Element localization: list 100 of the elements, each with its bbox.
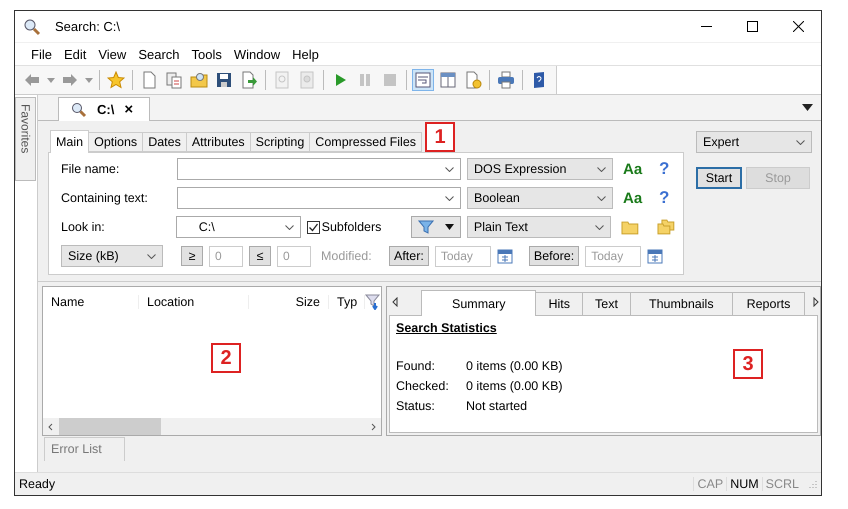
match-case-toggle[interactable]: Aa bbox=[623, 190, 647, 206]
menu-item[interactable]: Tools bbox=[186, 46, 228, 62]
filter-icon bbox=[418, 220, 434, 234]
column-header[interactable]: Typ bbox=[329, 295, 365, 309]
tab[interactable]: Compressed Files bbox=[309, 132, 422, 152]
stop-icon bbox=[381, 71, 399, 89]
field-label: File name: bbox=[61, 162, 120, 176]
subfolders-checkbox[interactable]: Subfolders bbox=[306, 220, 406, 234]
tab[interactable]: Main bbox=[50, 130, 90, 153]
error-list-tab[interactable]: Error List bbox=[44, 437, 125, 461]
toolbar-button[interactable] bbox=[412, 69, 434, 91]
chevron-down-icon bbox=[796, 140, 805, 144]
document-tab[interactable]: C:\ × bbox=[58, 97, 150, 121]
chevron-down-icon bbox=[597, 166, 606, 172]
combo-field[interactable]: C:\ bbox=[176, 216, 301, 238]
dropdown[interactable]: DOS Expression bbox=[467, 158, 613, 180]
column-header[interactable]: Size bbox=[249, 295, 329, 309]
menu-item[interactable]: File bbox=[25, 46, 58, 62]
match-case-toggle[interactable]: Aa bbox=[623, 160, 647, 178]
close-tab-button[interactable]: × bbox=[124, 101, 134, 118]
export-icon bbox=[240, 71, 258, 89]
chevron-down-icon bbox=[284, 224, 294, 230]
menu-item[interactable]: View bbox=[92, 46, 132, 62]
status-text: Ready bbox=[19, 477, 56, 491]
combo-field[interactable] bbox=[177, 158, 461, 180]
start-button[interactable]: Start bbox=[696, 167, 742, 189]
modified-label: Modified: bbox=[321, 249, 373, 263]
paste-document-icon bbox=[165, 71, 183, 89]
callout-number: 3 bbox=[733, 349, 763, 379]
document-preview-icon bbox=[298, 71, 316, 89]
word-wrap-icon bbox=[414, 71, 432, 89]
chevron-down-icon bbox=[445, 166, 454, 172]
folders-icon bbox=[657, 219, 675, 235]
forward-arrow-icon bbox=[61, 71, 79, 89]
min-size-button[interactable]: ≥ bbox=[181, 246, 203, 266]
window-title: Search: C:\ bbox=[55, 19, 122, 34]
magnifier-icon bbox=[71, 102, 87, 118]
dropdown[interactable]: Size (kB) bbox=[61, 245, 163, 267]
menu-item[interactable]: Search bbox=[132, 46, 186, 62]
field-label: Containing text: bbox=[61, 191, 149, 205]
tab[interactable]: Summary bbox=[421, 290, 536, 316]
dropdown[interactable]: Plain Text bbox=[466, 216, 612, 238]
chevron-down-icon bbox=[445, 196, 454, 200]
callout-number: 1 bbox=[425, 122, 455, 152]
help-icon[interactable]: ? bbox=[659, 159, 670, 179]
filter-split-button[interactable] bbox=[411, 216, 461, 238]
combo-field[interactable] bbox=[177, 187, 461, 209]
calendar-icon[interactable] bbox=[496, 248, 513, 264]
stat-value: 0 items (0.00 KB) bbox=[466, 379, 563, 393]
scroll-left-icon[interactable] bbox=[391, 297, 399, 307]
scroll-right-icon[interactable] bbox=[369, 422, 377, 430]
document-preview-icon bbox=[273, 71, 291, 89]
key-indicator: SCRL bbox=[762, 477, 802, 491]
star-icon bbox=[107, 71, 125, 89]
help-icon[interactable]: ? bbox=[659, 188, 670, 208]
chevron-down-icon bbox=[147, 254, 156, 258]
caret-icon[interactable] bbox=[802, 104, 813, 111]
key-indicator: NUM bbox=[726, 477, 762, 491]
printer-icon bbox=[497, 71, 515, 89]
tab[interactable]: Reports bbox=[732, 292, 806, 315]
tab[interactable]: Attributes bbox=[186, 132, 251, 152]
tab[interactable]: Dates bbox=[142, 132, 187, 152]
menu-item[interactable]: Help bbox=[286, 46, 325, 62]
scroll-left-icon[interactable] bbox=[47, 422, 55, 430]
stat-label: Checked: bbox=[396, 379, 450, 393]
dropdown[interactable]: Boolean bbox=[467, 187, 613, 209]
stat-label: Status: bbox=[396, 399, 436, 413]
chevron-down-icon bbox=[595, 224, 604, 230]
column-header[interactable]: Location bbox=[139, 295, 249, 309]
magnifier-icon bbox=[23, 18, 41, 36]
document-gear-icon bbox=[464, 71, 482, 89]
toolbar-button[interactable] bbox=[495, 69, 517, 91]
tab[interactable]: Options bbox=[88, 132, 144, 152]
calendar-icon[interactable] bbox=[647, 248, 664, 264]
column-header[interactable]: Name bbox=[43, 295, 139, 309]
checkmark-icon bbox=[308, 222, 319, 232]
horizontal-scrollbar[interactable] bbox=[43, 418, 381, 435]
scroll-right-icon[interactable] bbox=[812, 297, 820, 307]
open-folder-icon bbox=[190, 71, 208, 89]
dropdown[interactable]: Expert bbox=[696, 131, 812, 153]
chevron-down-icon bbox=[597, 196, 606, 200]
menu-item[interactable]: Edit bbox=[58, 46, 92, 62]
caret-icon bbox=[85, 78, 93, 82]
filter-icon[interactable] bbox=[365, 294, 381, 310]
max-size-button[interactable]: ≤ bbox=[249, 246, 271, 266]
caret-icon bbox=[445, 224, 454, 230]
menu-item[interactable]: Window bbox=[228, 46, 286, 62]
tab[interactable]: Scripting bbox=[250, 132, 310, 152]
callout-number: 2 bbox=[211, 343, 241, 373]
close-icon bbox=[792, 21, 804, 32]
resize-grip-icon[interactable] bbox=[808, 479, 818, 489]
section-heading: Search Statistics bbox=[396, 321, 497, 335]
stat-value: 0 items (0.00 KB) bbox=[466, 359, 563, 373]
layout-icon bbox=[439, 71, 457, 89]
folder-icon bbox=[621, 220, 640, 234]
favorites-tab[interactable]: Favorites bbox=[15, 97, 36, 181]
caret-icon bbox=[47, 78, 55, 82]
field-label: Look in: bbox=[61, 220, 106, 234]
stat-value: Not started bbox=[466, 399, 528, 413]
key-indicator: CAP bbox=[693, 477, 726, 491]
